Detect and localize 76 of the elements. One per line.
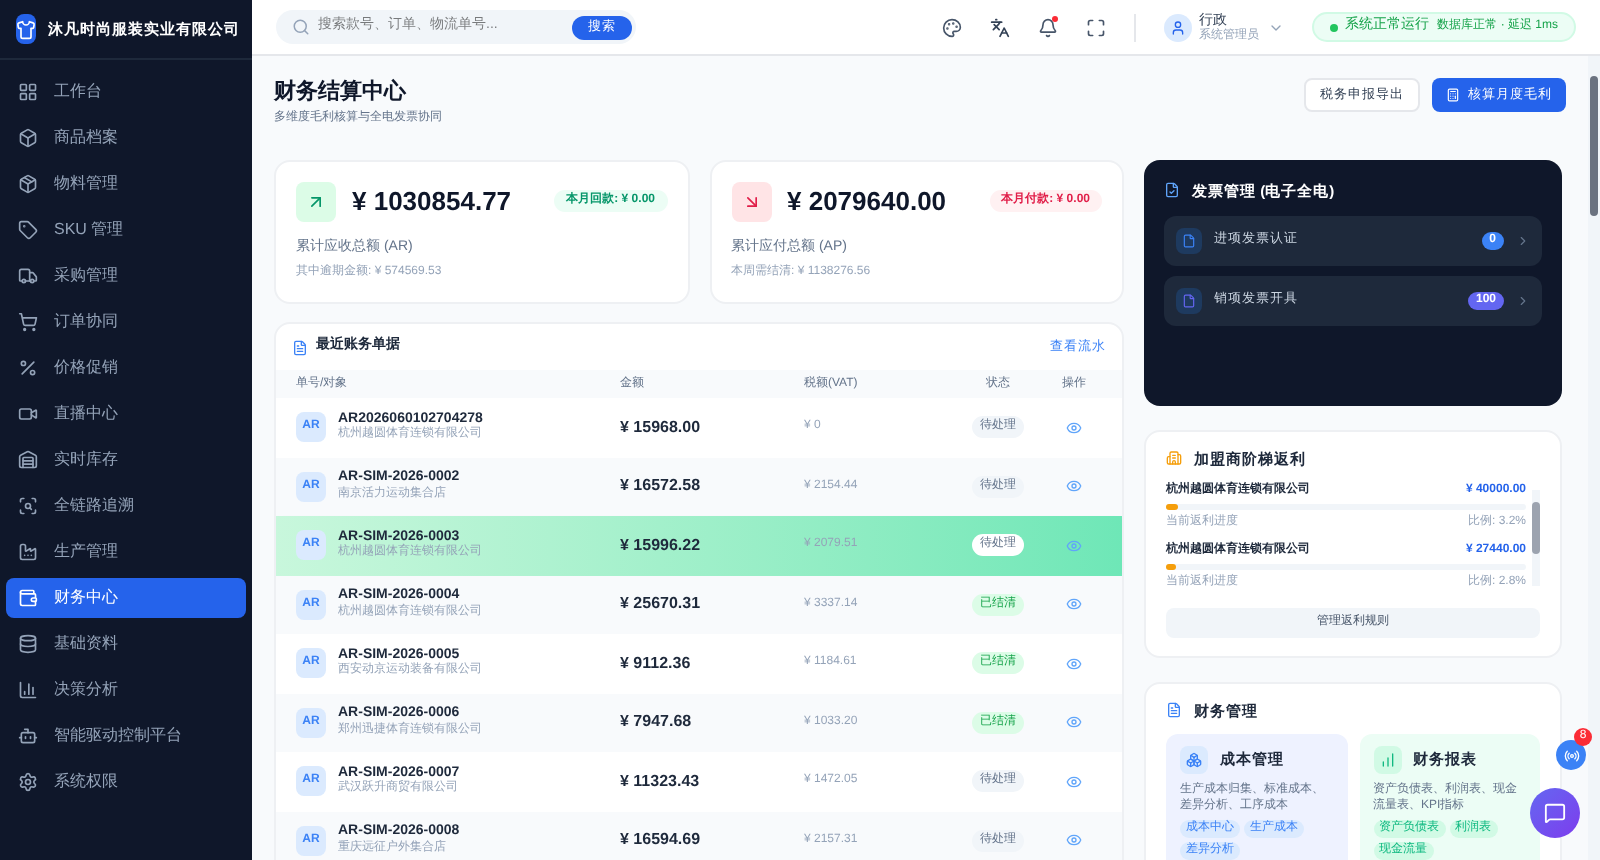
page-scrollbar[interactable]	[1588, 56, 1600, 860]
truck-icon	[18, 266, 38, 286]
robot-icon	[18, 726, 38, 746]
factory-icon	[18, 542, 38, 562]
arrow-up-right-icon	[296, 181, 336, 221]
notification-icon[interactable]	[1037, 17, 1058, 37]
cart-icon	[18, 312, 38, 332]
percent-icon	[18, 358, 38, 378]
sidebar-item[interactable]: 价格促销	[6, 348, 246, 388]
warehouse-icon	[18, 450, 38, 470]
tag-icon	[18, 220, 38, 240]
calculator-icon	[1446, 88, 1460, 102]
sidebar-item[interactable]: 智能驱动控制平台	[6, 716, 246, 756]
amount-cell-text: ¥ 16572.58	[620, 474, 703, 499]
chat-icon	[1544, 802, 1566, 824]
search-icon	[292, 18, 310, 36]
avatar-icon[interactable]	[1163, 13, 1192, 41]
scan-search-icon	[18, 496, 38, 516]
view-icon[interactable]	[1066, 655, 1082, 672]
amount-cell-text: ¥ 16594.69	[620, 828, 703, 853]
video-camera-icon	[18, 404, 38, 424]
sidebar-item[interactable]: 决策分析	[6, 670, 246, 710]
grid-icon	[18, 82, 38, 102]
bar-chart-icon	[1373, 746, 1401, 774]
logo-icon	[16, 14, 36, 44]
sidebar-item[interactable]: 订单协同	[6, 302, 246, 342]
settings-icon	[18, 772, 38, 792]
view-icon[interactable]	[1066, 478, 1082, 495]
invoice-icon	[1164, 182, 1180, 199]
sidebar-item[interactable]: SKU 管理	[6, 210, 246, 250]
sidebar-item[interactable]: 全链路追溯	[6, 486, 246, 526]
sidebar-item[interactable]: 财务中心	[6, 578, 246, 618]
package-icon	[18, 174, 38, 194]
document-icon	[1166, 702, 1182, 719]
amount-cell-text: ¥ 15996.22	[620, 533, 703, 558]
file-icon	[1176, 287, 1202, 314]
bar-chart-icon	[18, 680, 38, 700]
sidebar-item[interactable]: 基础资料	[6, 624, 246, 664]
sidebar-item[interactable]: 商品档案	[6, 118, 246, 158]
arrow-down-right-icon	[731, 181, 771, 221]
amount-cell-text: ¥ 7947.68	[620, 710, 694, 735]
view-icon[interactable]	[1066, 832, 1082, 849]
view-icon[interactable]	[1066, 419, 1082, 436]
fullscreen-icon[interactable]	[1085, 17, 1106, 37]
sidebar-item[interactable]: 采购管理	[6, 256, 246, 296]
document-icon	[292, 339, 308, 355]
amount-cell-text: ¥ 25670.31	[620, 592, 703, 617]
language-icon[interactable]	[989, 17, 1010, 37]
amount-cell-text: ¥ 11323.43	[620, 769, 702, 794]
palette-icon[interactable]	[941, 17, 962, 37]
box-icon	[18, 128, 38, 148]
sidebar-item[interactable]: 直播中心	[6, 394, 246, 434]
cube-icon	[1180, 746, 1208, 774]
sidebar-item[interactable]: 实时库存	[6, 440, 246, 480]
broadcast-icon	[1563, 747, 1579, 763]
amount: ¥ 2079640.00	[787, 183, 947, 220]
sidebar-item[interactable]: 物料管理	[6, 164, 246, 204]
building-icon	[1166, 450, 1182, 467]
view-icon[interactable]	[1066, 596, 1082, 613]
sidebar-item[interactable]: 生产管理	[6, 532, 246, 572]
chevron-right-icon	[1516, 293, 1530, 308]
chevron-right-icon	[1516, 233, 1530, 248]
scrollbar[interactable]	[1532, 489, 1540, 586]
page-title: 财务结算中心	[274, 77, 408, 108]
amount-cell-text: ¥ 15968.00	[620, 415, 703, 440]
sidebar-item[interactable]: 工作台	[6, 72, 246, 112]
amount-cell-text: ¥ 9112.36	[620, 651, 693, 676]
sidebar-item[interactable]: 系统权限	[6, 762, 246, 802]
file-icon	[1176, 227, 1202, 254]
view-icon[interactable]	[1066, 537, 1082, 554]
database-icon	[18, 634, 38, 654]
chat-button[interactable]	[1530, 788, 1580, 838]
wallet-icon	[18, 588, 38, 608]
view-icon[interactable]	[1066, 773, 1082, 790]
view-icon[interactable]	[1066, 714, 1082, 731]
amount: ¥ 1030854.77	[352, 183, 512, 220]
